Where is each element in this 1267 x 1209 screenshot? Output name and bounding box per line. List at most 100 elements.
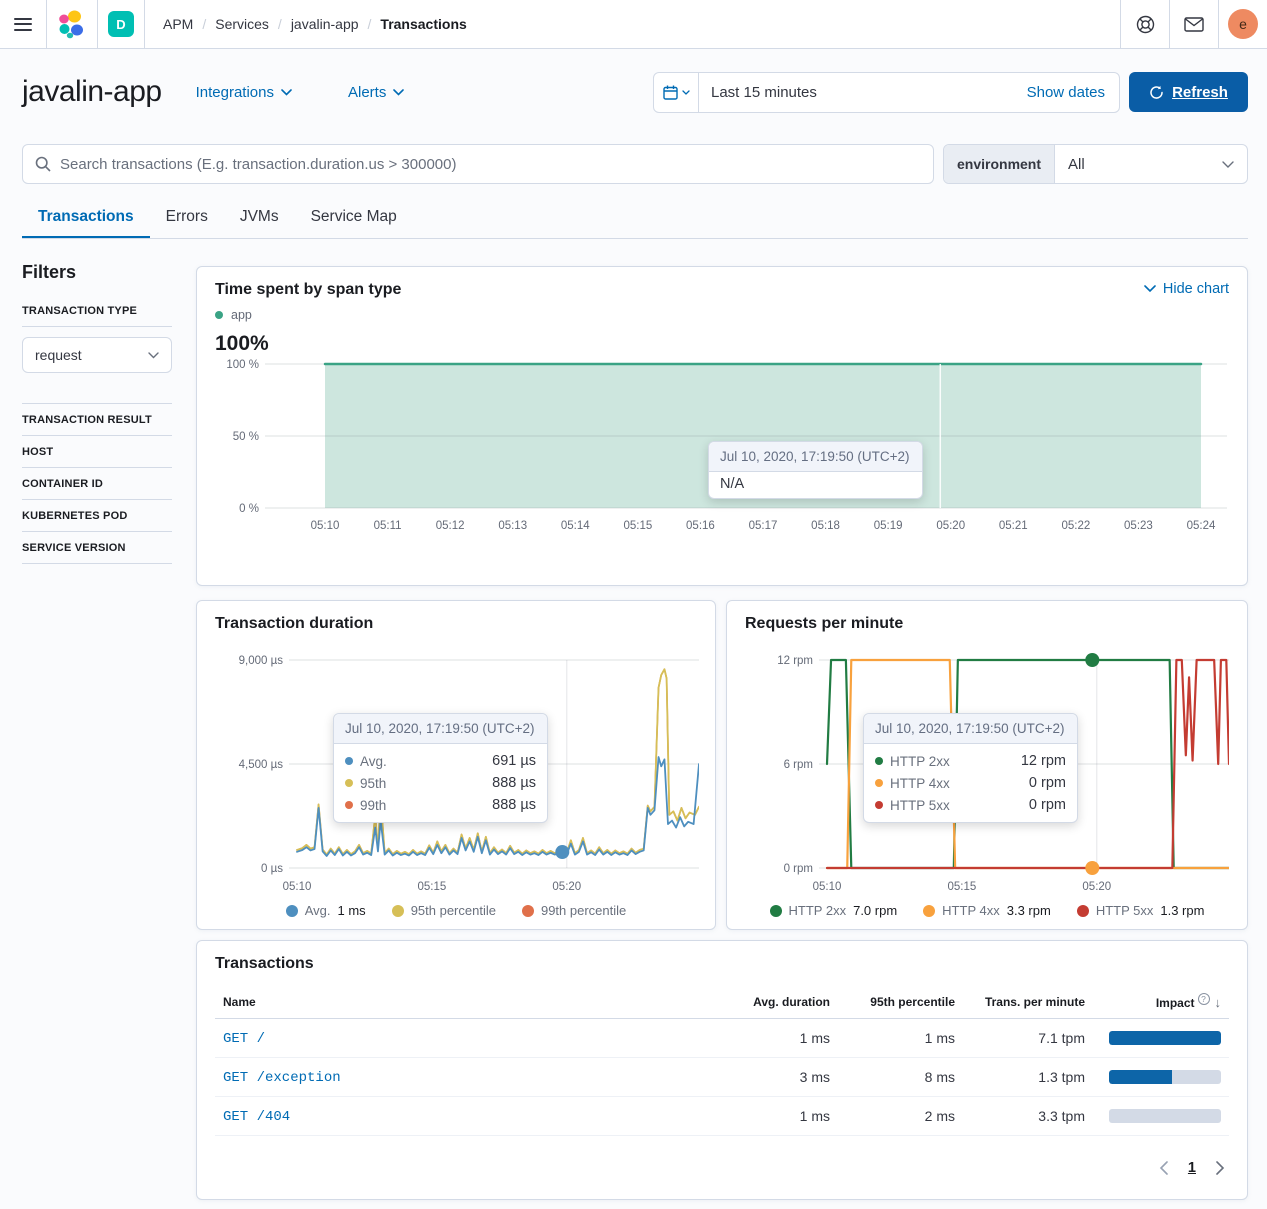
legend-dot [345, 779, 353, 787]
refresh-button[interactable]: Refresh [1129, 72, 1248, 112]
table-row: GET /exception3 ms8 ms1.3 tpm [215, 1058, 1229, 1097]
environment-filter-label: environment [944, 145, 1055, 183]
impact-bar [1109, 1070, 1221, 1084]
hide-chart-button[interactable]: Hide chart [1144, 281, 1229, 297]
search-icon [35, 156, 51, 172]
requests-per-minute-panel: Requests per minute 12 rpm6 rpm0 rpm05:1… [726, 600, 1248, 930]
column-header-tpm[interactable]: Trans. per minute [963, 985, 1093, 1019]
integrations-dropdown[interactable]: Integrations [196, 84, 292, 101]
filters-sidebar: Filters TRANSACTION TYPE request TRANSAC… [22, 262, 172, 574]
span-legend: app [215, 308, 1229, 322]
show-dates-button[interactable]: Show dates [1013, 73, 1119, 112]
breadcrumb-services[interactable]: Services [215, 16, 269, 32]
divider [22, 563, 172, 564]
transactions-table-body: GET /1 ms1 ms7.1 tpmGET /exception3 ms8 … [215, 1019, 1229, 1136]
tooltip-row: Avg. 691 µs [334, 750, 547, 772]
chart-tooltip: Jul 10, 2020, 17:19:50 (UTC+2) Avg. 691 … [333, 713, 548, 823]
column-header-95th[interactable]: 95th percentile [838, 985, 963, 1019]
user-menu-button[interactable]: e [1218, 0, 1267, 48]
tab-jvms[interactable]: JVMs [224, 198, 295, 238]
legend-item[interactable]: 95th percentile [392, 903, 496, 918]
alerts-dropdown[interactable]: Alerts [348, 84, 404, 101]
svg-text:05:20: 05:20 [936, 520, 965, 532]
filter-section-label[interactable]: TRANSACTION RESULT [22, 414, 172, 426]
divider [22, 326, 172, 327]
duration-legend: Avg. 1 ms 95th percentile 99th percentil… [215, 903, 697, 918]
chart-title: Requests per minute [745, 615, 1229, 633]
legend-dot [875, 779, 883, 787]
next-page-button[interactable] [1216, 1161, 1225, 1175]
elastic-logo-button[interactable] [47, 0, 97, 48]
svg-text:05:23: 05:23 [1124, 520, 1153, 532]
legend-dot [392, 905, 404, 917]
chevron-left-icon [1159, 1161, 1168, 1175]
transaction-name-cell: GET / [215, 1019, 698, 1058]
impact-cell [1093, 1097, 1229, 1136]
search-box [22, 144, 934, 184]
time-spent-panel: Time spent by span type Hide chart app 1… [196, 266, 1248, 586]
page-number-1[interactable]: 1 [1188, 1160, 1196, 1176]
avg-duration-cell: 3 ms [698, 1058, 838, 1097]
svg-text:05:14: 05:14 [561, 520, 590, 532]
hamburger-menu-button[interactable] [0, 0, 46, 48]
previous-page-button[interactable] [1159, 1161, 1168, 1175]
table-row: GET /4041 ms2 ms3.3 tpm [215, 1097, 1229, 1136]
time-range-value[interactable]: Last 15 minutes [699, 73, 1013, 112]
search-input[interactable] [60, 156, 921, 173]
impact-cell [1093, 1019, 1229, 1058]
tooltip-row: HTTP 5xx 0 rpm [864, 794, 1077, 816]
legend-item[interactable]: Avg. 1 ms [286, 903, 366, 918]
tooltip-timestamp: Jul 10, 2020, 17:19:50 (UTC+2) [709, 442, 922, 472]
chevron-down-icon [1144, 285, 1156, 293]
help-button[interactable] [1120, 0, 1169, 48]
svg-text:05:19: 05:19 [874, 520, 903, 532]
environment-filter: environment All [943, 144, 1248, 184]
svg-text:9,000 µs: 9,000 µs [239, 655, 284, 667]
p95-cell: 8 ms [838, 1058, 963, 1097]
filter-section-label[interactable]: CONTAINER ID [22, 478, 172, 490]
legend-item[interactable]: HTTP 4xx 3.3 rpm [923, 903, 1051, 918]
transaction-link[interactable]: GET /exception [223, 1070, 341, 1086]
svg-text:05:13: 05:13 [498, 520, 527, 532]
legend-item[interactable]: HTTP 2xx 7.0 rpm [770, 903, 898, 918]
transaction-type-select[interactable]: request [22, 337, 172, 373]
legend-dot [770, 905, 782, 917]
column-header-impact[interactable]: Impact?↓ [1093, 985, 1229, 1019]
tab-service-map[interactable]: Service Map [295, 198, 413, 238]
service-tabs: Transactions Errors JVMs Service Map [22, 198, 1248, 239]
legend-dot [286, 905, 298, 917]
legend-dot [875, 757, 883, 765]
legend-item[interactable]: HTTP 5xx 1.3 rpm [1077, 903, 1205, 918]
tooltip-timestamp: Jul 10, 2020, 17:19:50 (UTC+2) [864, 714, 1077, 744]
breadcrumb-service[interactable]: javalin-app [291, 16, 359, 32]
filter-section-label[interactable]: HOST [22, 446, 172, 458]
filter-section-label[interactable]: SERVICE VERSION [22, 542, 172, 554]
chart-title: Time spent by span type [215, 281, 401, 299]
legend-item[interactable]: 99th percentile [522, 903, 626, 918]
life-ring-icon [1136, 15, 1155, 34]
svg-text:4,500 µs: 4,500 µs [239, 759, 284, 771]
transaction-link[interactable]: GET / [223, 1031, 265, 1047]
legend-dot [345, 757, 353, 765]
breadcrumb-apm[interactable]: APM [163, 16, 193, 32]
date-picker-calendar-button[interactable] [654, 73, 699, 112]
space-switcher-button[interactable]: D [98, 0, 144, 48]
svg-text:6 rpm: 6 rpm [784, 759, 813, 771]
breadcrumb-separator: / [368, 16, 372, 32]
tab-transactions[interactable]: Transactions [22, 198, 150, 238]
environment-select[interactable]: All [1055, 145, 1247, 183]
newsfeed-button[interactable] [1169, 0, 1218, 48]
svg-text:05:15: 05:15 [623, 520, 652, 532]
column-header-name[interactable]: Name [215, 985, 698, 1019]
filter-section-label[interactable]: KUBERNETES POD [22, 510, 172, 522]
legend-dot [215, 311, 223, 319]
pagination: 1 [215, 1160, 1229, 1176]
transaction-link[interactable]: GET /404 [223, 1109, 290, 1125]
legend-dot [923, 905, 935, 917]
avg-duration-cell: 1 ms [698, 1097, 838, 1136]
tab-errors[interactable]: Errors [150, 198, 224, 238]
chevron-down-icon [1222, 161, 1234, 168]
column-header-avg-duration[interactable]: Avg. duration [698, 985, 838, 1019]
transaction-duration-panel: Transaction duration 9,000 µs4,500 µs0 µ… [196, 600, 716, 930]
tpm-cell: 3.3 tpm [963, 1097, 1093, 1136]
